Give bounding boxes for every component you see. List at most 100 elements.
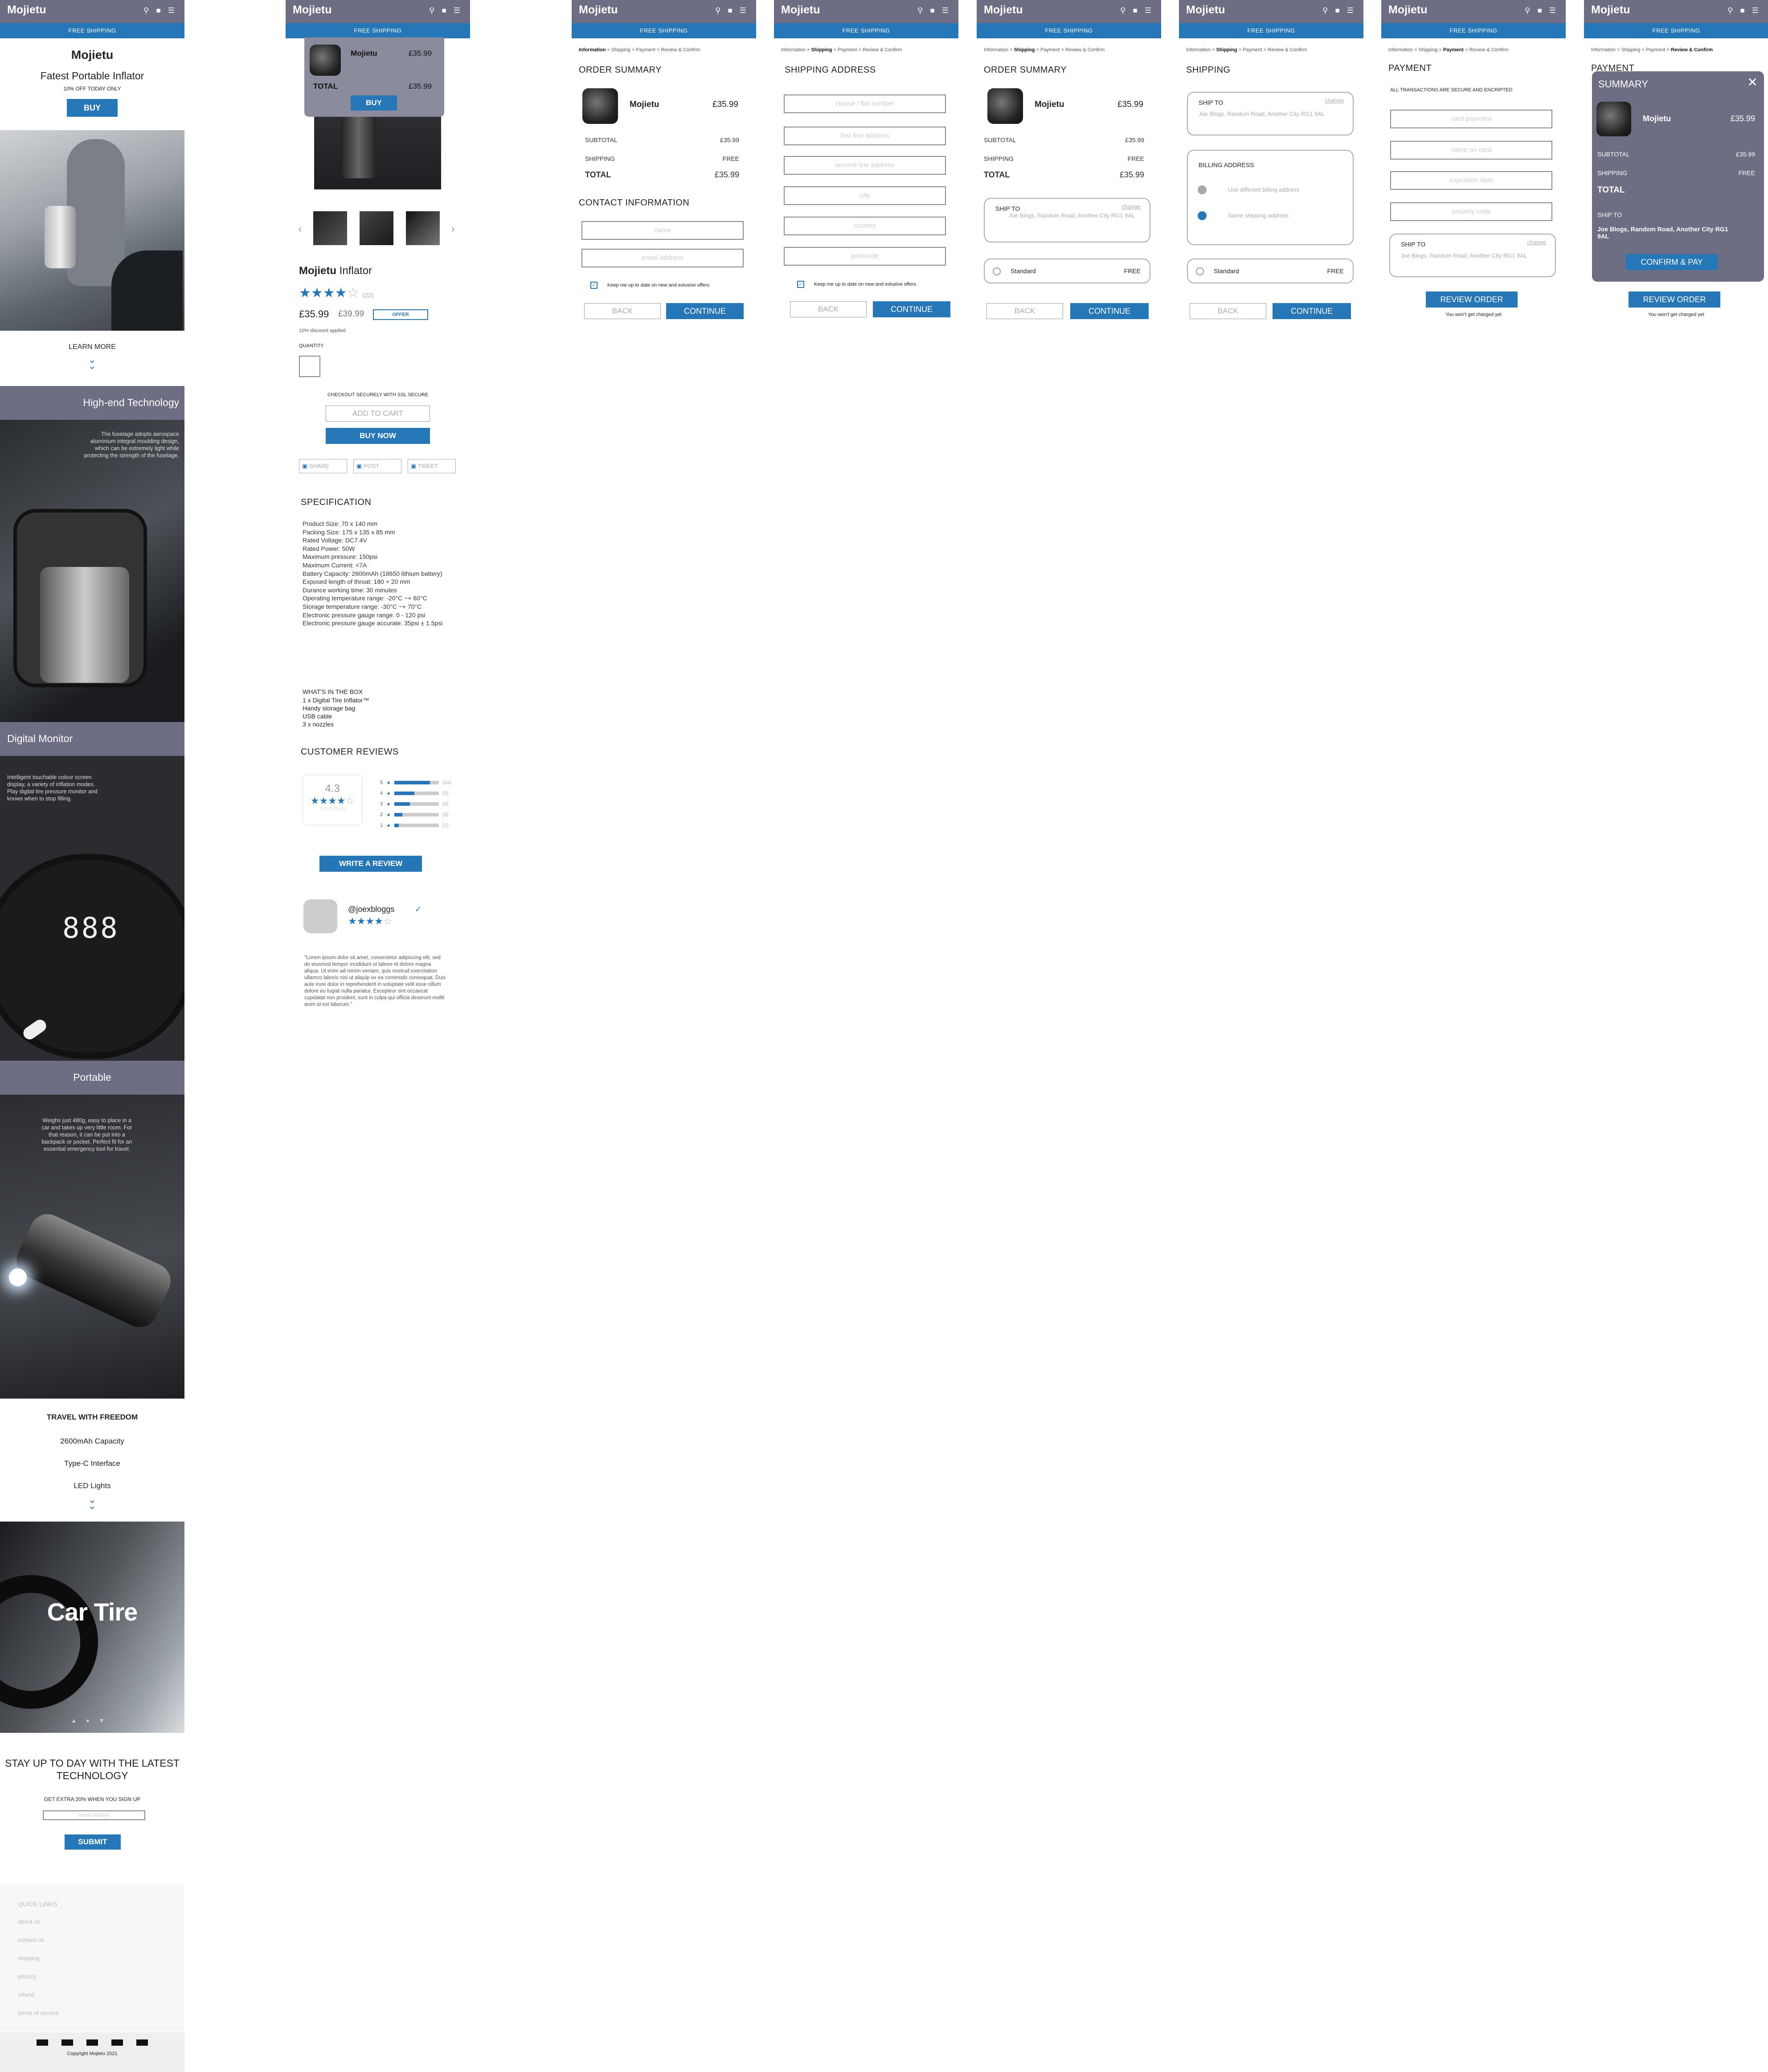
cart-buy-button[interactable]: BUY: [351, 95, 397, 111]
bag-icon[interactable]: ■: [442, 6, 446, 15]
footer-link[interactable]: privacy: [18, 1973, 184, 1980]
continue-button[interactable]: CONTINUE: [1273, 303, 1351, 319]
logo[interactable]: Mojietu: [7, 4, 46, 16]
crumb-step[interactable]: Review & Confirm: [1671, 47, 1713, 53]
offers-checkbox[interactable]: ✓: [590, 282, 598, 289]
submit-button[interactable]: SUBMIT: [65, 1834, 121, 1850]
security-code-input[interactable]: security code: [1390, 202, 1552, 221]
crumb-step[interactable]: Information: [781, 47, 806, 53]
continue-button[interactable]: CONTINUE: [666, 303, 744, 319]
footer-link[interactable]: about us: [18, 1918, 184, 1925]
radio-icon[interactable]: [1198, 211, 1207, 220]
menu-icon[interactable]: ☰: [1347, 6, 1354, 15]
crumb-step[interactable]: Shipping: [1419, 47, 1438, 53]
crumb-step[interactable]: Information: [1591, 47, 1616, 53]
shipping-method[interactable]: Standard FREE: [1187, 258, 1354, 283]
crumb-step[interactable]: Payment: [1243, 47, 1262, 53]
footer-link[interactable]: shipping: [18, 1955, 184, 1961]
crumb-step[interactable]: Payment: [1040, 47, 1060, 53]
buy-now-button[interactable]: BUY NOW: [326, 428, 430, 444]
name-on-card-input[interactable]: name on card: [1390, 141, 1552, 160]
crumb-step[interactable]: Payment: [636, 47, 655, 53]
review-order-button[interactable]: REVIEW ORDER: [1426, 291, 1518, 308]
continue-button[interactable]: CONTINUE: [873, 301, 950, 317]
crumb-step[interactable]: Review & Confirm: [661, 47, 700, 53]
logo[interactable]: Mojietu: [781, 4, 820, 16]
logo[interactable]: Mojietu: [1186, 4, 1225, 16]
name-input[interactable]: name: [581, 221, 744, 240]
crumb-step[interactable]: Review & Confirm: [1268, 47, 1307, 53]
back-button[interactable]: BACK: [1190, 303, 1266, 319]
bag-icon[interactable]: ■: [156, 6, 160, 15]
gallery-thumb[interactable]: [313, 211, 347, 245]
gallery-thumb[interactable]: [360, 211, 393, 245]
change-link[interactable]: change: [1527, 239, 1546, 246]
crumb-step[interactable]: Shipping: [1216, 47, 1237, 53]
add-to-cart-button[interactable]: ADD TO CART: [326, 406, 430, 422]
crumb-step[interactable]: Information: [1186, 47, 1211, 53]
menu-icon[interactable]: ☰: [454, 6, 460, 15]
confirm-pay-button[interactable]: CONFIRM & PAY: [1626, 254, 1718, 270]
expiration-input[interactable]: expiration date: [1390, 171, 1552, 190]
menu-icon[interactable]: ☰: [1145, 6, 1151, 15]
radio-icon[interactable]: [1198, 185, 1207, 194]
address2-input[interactable]: second line address: [784, 156, 946, 175]
change-link[interactable]: change: [1121, 203, 1141, 210]
continue-button[interactable]: CONTINUE: [1070, 303, 1149, 319]
search-icon[interactable]: ⚲: [917, 6, 923, 15]
gallery-thumb[interactable]: [406, 211, 440, 245]
address1-input[interactable]: first line address: [784, 127, 946, 145]
crumb-step[interactable]: Shipping: [1014, 47, 1035, 53]
crumb-step[interactable]: Payment: [838, 47, 857, 53]
bag-icon[interactable]: ■: [1133, 6, 1137, 15]
chevron-left-icon[interactable]: ‹: [298, 223, 302, 235]
search-icon[interactable]: ⚲: [1120, 6, 1125, 15]
menu-icon[interactable]: ☰: [1549, 6, 1556, 15]
crumb-step[interactable]: Payment: [1443, 47, 1464, 53]
learn-more-link[interactable]: LEARN MORE: [0, 343, 184, 351]
tweet-button[interactable]: ▣ TWEET: [408, 459, 456, 473]
crumb-step[interactable]: Shipping: [811, 47, 832, 53]
quantity-input[interactable]: [299, 356, 320, 377]
search-icon[interactable]: ⚲: [1322, 6, 1328, 15]
post-button[interactable]: ▣ POST: [353, 459, 401, 473]
crumb-step[interactable]: Information: [1388, 47, 1413, 53]
share-button[interactable]: ▣ SHARE: [299, 459, 347, 473]
search-icon[interactable]: ⚲: [715, 6, 720, 15]
buy-button[interactable]: BUY: [67, 99, 118, 117]
crumb-step[interactable]: Information: [984, 47, 1008, 53]
email-input[interactable]: email address: [581, 249, 744, 267]
reviews-count[interactable]: (22): [363, 291, 374, 299]
country-input[interactable]: country: [784, 217, 946, 235]
crumb-step[interactable]: Review & Confirm: [1469, 47, 1508, 53]
footer-link[interactable]: contact us: [18, 1937, 184, 1943]
menu-icon[interactable]: ☰: [168, 6, 175, 15]
search-icon[interactable]: ⚲: [143, 6, 149, 15]
bag-icon[interactable]: ■: [1537, 6, 1542, 15]
search-icon[interactable]: ⚲: [1727, 6, 1733, 15]
card-number-input[interactable]: card payment: [1390, 110, 1552, 128]
bag-icon[interactable]: ■: [930, 6, 934, 15]
logo[interactable]: Mojietu: [293, 4, 332, 16]
crumb-step[interactable]: Payment: [1646, 47, 1665, 53]
billing-option[interactable]: Use different billing address: [1228, 186, 1299, 193]
change-link[interactable]: change: [1325, 97, 1344, 104]
menu-icon[interactable]: ☰: [1752, 6, 1759, 15]
search-icon[interactable]: ⚲: [1525, 6, 1530, 15]
menu-icon[interactable]: ☰: [942, 6, 949, 15]
chevron-down-icon[interactable]: ⌄ ⌄: [0, 355, 184, 371]
postcode-input[interactable]: postcode: [784, 247, 946, 266]
back-button[interactable]: BACK: [790, 301, 867, 317]
chevron-right-icon[interactable]: ›: [451, 223, 455, 235]
shipping-method[interactable]: Standard FREE: [984, 258, 1150, 283]
close-icon[interactable]: ✕: [1748, 75, 1758, 90]
footer-link[interactable]: refund: [18, 1991, 184, 1998]
offers-checkbox[interactable]: ✓: [797, 281, 804, 288]
newsletter-email-input[interactable]: email address: [43, 1810, 145, 1820]
crumb-step[interactable]: Shipping: [611, 47, 630, 53]
house-input[interactable]: House / flat number: [784, 94, 946, 113]
crumb-step[interactable]: Information: [579, 47, 606, 53]
crumb-step[interactable]: Review & Confirm: [863, 47, 902, 53]
logo[interactable]: Mojietu: [579, 4, 618, 16]
crumb-step[interactable]: Shipping: [1621, 47, 1641, 53]
